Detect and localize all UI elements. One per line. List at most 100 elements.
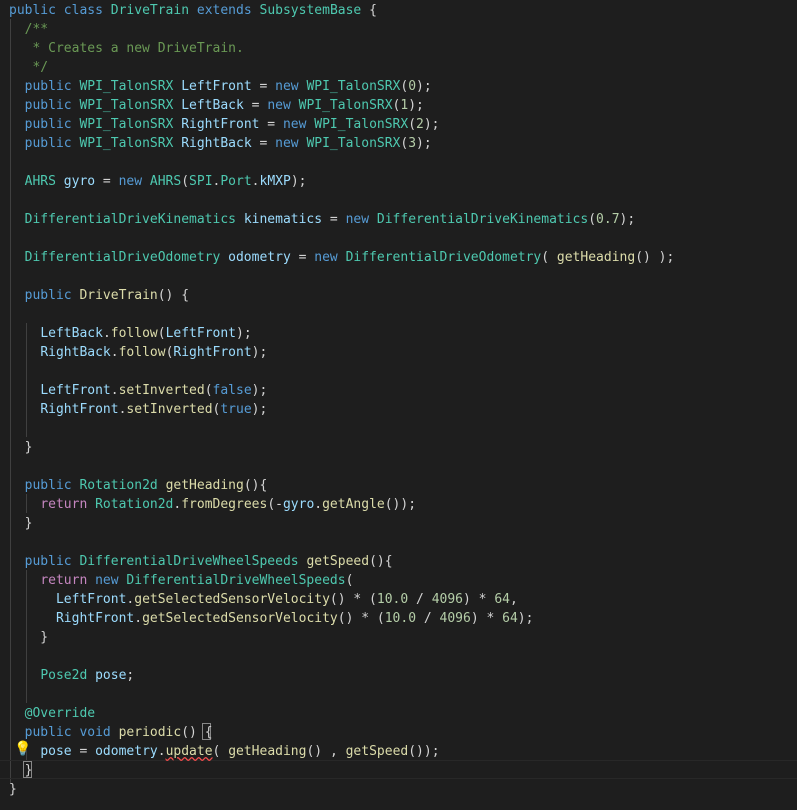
code-token: DifferentialDriveWheelSpeeds	[126, 573, 346, 588]
code-line[interactable]: * Creates a new DriveTrain.	[9, 39, 244, 58]
code-line[interactable]: DifferentialDriveOdometry odometry = new…	[9, 248, 675, 267]
code-line[interactable]: LeftFront.getSelectedSensorVelocity() * …	[9, 590, 518, 609]
code-token: AHRS	[149, 174, 182, 189]
code-token: =	[71, 744, 96, 759]
code-token: ;	[126, 668, 135, 683]
code-line[interactable]: LeftBack.follow(LeftFront);	[9, 324, 251, 343]
code-line[interactable]: public class DriveTrain extends Subsyste…	[9, 1, 377, 20]
code-token: () ,	[306, 744, 346, 759]
code-line[interactable]: }	[9, 438, 33, 457]
code-token: );	[251, 345, 268, 360]
code-token: () {	[157, 288, 190, 303]
code-token: 10.0	[384, 611, 417, 626]
code-line[interactable]: RightFront.getSelectedSensorVelocity() *…	[9, 609, 533, 628]
code-line[interactable]: @Override	[9, 704, 95, 723]
code-line[interactable]: RightBack.follow(RightFront);	[9, 343, 267, 362]
code-token: );	[416, 136, 432, 151]
code-line[interactable]: RightFront.setInverted(true);	[9, 400, 267, 419]
code-token: LeftFront	[40, 383, 111, 398]
code-line[interactable]: public WPI_TalonSRX RightBack = new WPI_…	[9, 134, 432, 153]
code-token: getHeading	[556, 250, 636, 265]
code-line[interactable]: }	[9, 780, 17, 799]
code-token: @Override	[24, 706, 96, 721]
code-token: (	[181, 174, 190, 189]
code-line[interactable]: /**	[9, 20, 49, 39]
code-line[interactable]: }	[9, 761, 33, 780]
code-token: new	[95, 573, 119, 588]
code-token: RightFront	[55, 611, 135, 626]
code-token: );	[416, 79, 432, 94]
code-token: () * (	[329, 592, 377, 607]
code-token: .	[110, 383, 119, 398]
code-line[interactable]: public WPI_TalonSRX LeftFront = new WPI_…	[9, 77, 432, 96]
code-token: 10.0	[376, 592, 409, 607]
code-token: =	[259, 117, 283, 132]
code-line[interactable]: return new DifferentialDriveWheelSpeeds(	[9, 571, 353, 590]
code-line[interactable]: public void periodic() {	[9, 723, 213, 742]
code-token: (	[588, 212, 597, 227]
code-line[interactable]: public DriveTrain() {	[9, 286, 189, 305]
code-token: 3	[408, 136, 417, 151]
code-token: new	[267, 98, 291, 113]
code-token: public	[24, 725, 72, 740]
code-line[interactable]: DifferentialDriveKinematics kinematics =…	[9, 210, 636, 229]
code-token: new	[275, 79, 299, 94]
code-line[interactable]: public DifferentialDriveWheelSpeeds getS…	[9, 552, 393, 571]
code-line[interactable]: Pose2d pose;	[9, 666, 134, 685]
code-token: setInverted	[118, 383, 205, 398]
code-token: public	[24, 79, 72, 94]
code-token: ) *	[463, 592, 495, 607]
code-token: LeftBack	[181, 98, 244, 113]
code-token: pose	[95, 668, 127, 683]
code-token: odometry	[95, 744, 158, 759]
code-token: update	[165, 744, 213, 759]
code-token: (	[204, 383, 213, 398]
code-token: LeftFront	[181, 79, 252, 94]
code-line[interactable]: public Rotation2d getHeading(){	[9, 476, 268, 495]
code-line[interactable]: }	[9, 628, 48, 647]
code-line[interactable]: return Rotation2d.fromDegrees(-gyro.getA…	[9, 495, 416, 514]
code-token: RightBack	[181, 136, 252, 151]
code-token: * Creates a new DriveTrain.	[9, 41, 244, 56]
code-token: fromDegrees	[181, 497, 268, 512]
code-token: (-	[267, 497, 283, 512]
code-line[interactable]: pose = odometry.update( getHeading() , g…	[9, 742, 439, 761]
code-token: }	[9, 630, 49, 645]
code-token: return	[40, 573, 88, 588]
code-token: DifferentialDriveOdometry	[24, 250, 221, 265]
code-line[interactable]: public WPI_TalonSRX LeftBack = new WPI_T…	[9, 96, 424, 115]
code-token: 4096	[439, 611, 471, 626]
code-line[interactable]: */	[9, 58, 48, 77]
code-token: WPI_TalonSRX	[79, 79, 174, 94]
code-token: );	[251, 383, 268, 398]
code-token: public	[24, 288, 72, 303]
code-editor[interactable]: 💡 public class DriveTrain extends Subsys…	[0, 0, 797, 810]
code-token: WPI_TalonSRX	[314, 117, 409, 132]
code-token: /**	[9, 22, 49, 37]
code-token: DifferentialDriveWheelSpeeds	[79, 554, 299, 569]
code-token: WPI_TalonSRX	[306, 79, 401, 94]
code-token: }	[9, 516, 33, 531]
code-line[interactable]: public WPI_TalonSRX RightFront = new WPI…	[9, 115, 440, 134]
code-token: Port	[220, 174, 252, 189]
code-token: setInverted	[126, 402, 213, 417]
code-line[interactable]: LeftFront.setInverted(false);	[9, 381, 267, 400]
code-token: DifferentialDriveKinematics	[376, 212, 589, 227]
code-line[interactable]: }	[9, 514, 33, 533]
code-token: .	[251, 174, 260, 189]
code-line[interactable]: AHRS gyro = new AHRS(SPI.Port.kMXP);	[9, 172, 307, 191]
